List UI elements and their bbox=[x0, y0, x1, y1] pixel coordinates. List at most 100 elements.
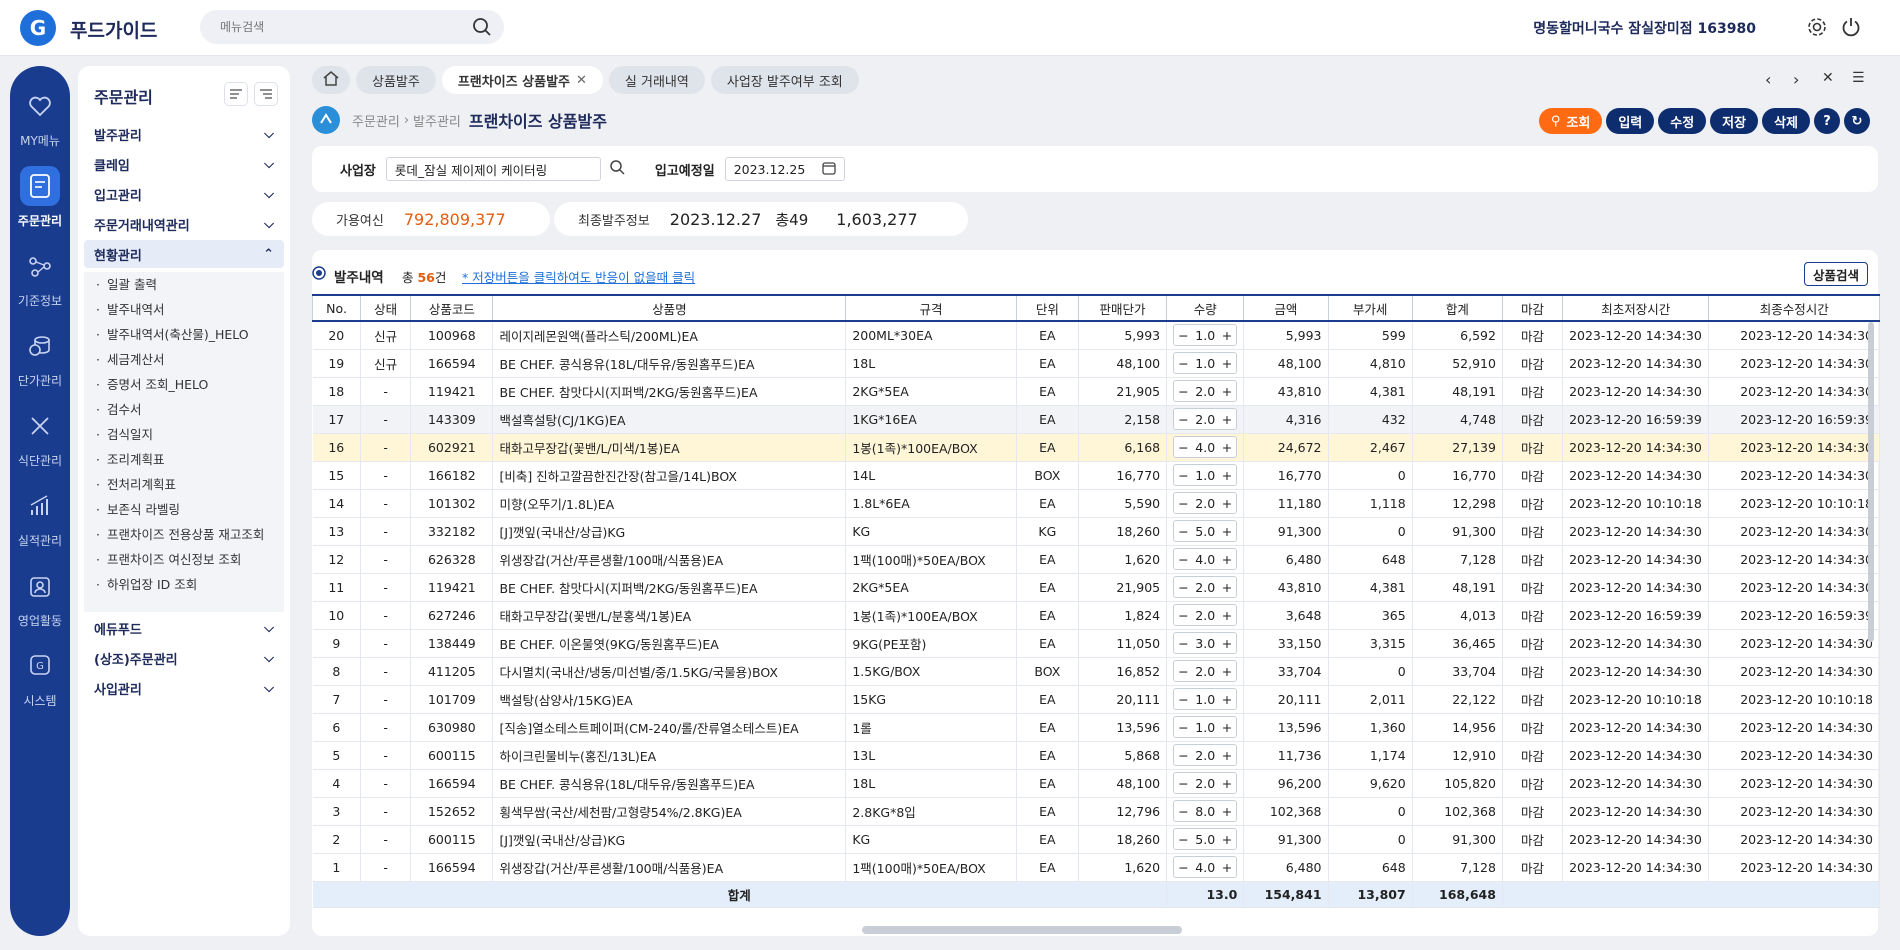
plus-icon[interactable]: + bbox=[1222, 440, 1232, 455]
plus-icon[interactable]: + bbox=[1222, 524, 1232, 539]
table-row[interactable]: 15-166182 [비축] 진하고깔끔한진간장(참고을/14L)BOX 14L BO… bbox=[312, 461, 1880, 490]
sub-item[interactable]: 발주내역서(축산물)_HELO bbox=[84, 322, 284, 347]
quantity-cell[interactable]: −1.0 + bbox=[1166, 685, 1245, 714]
site-field[interactable]: 롯데_잠실 제이제이 케이터링 bbox=[385, 157, 601, 181]
minus-icon[interactable]: − bbox=[1178, 496, 1188, 511]
quantity-stepper[interactable]: −2.0 + bbox=[1173, 492, 1238, 514]
table-row[interactable]: 12-626328 위생장갑(거산/푸른생활/100매/식품용)EA 1팩(100매… bbox=[312, 545, 1880, 574]
sub-item[interactable]: 일괄 출력 bbox=[84, 272, 284, 297]
quantity-stepper[interactable]: −2.0 + bbox=[1173, 660, 1238, 682]
quantity-cell[interactable]: −2.0 + bbox=[1166, 741, 1245, 770]
quantity-stepper[interactable]: −1.0 + bbox=[1173, 716, 1238, 738]
column-header[interactable]: 상품명 bbox=[492, 294, 847, 322]
tab-product-order[interactable]: 상품발주 bbox=[356, 66, 436, 94]
save-button[interactable]: 저장 bbox=[1710, 108, 1759, 134]
calendar-icon[interactable] bbox=[822, 161, 836, 178]
column-header[interactable]: 부가세 bbox=[1327, 294, 1413, 322]
plus-icon[interactable]: + bbox=[1222, 692, 1232, 707]
quantity-stepper[interactable]: −2.0 + bbox=[1173, 772, 1238, 794]
tab-home[interactable] bbox=[312, 66, 350, 94]
plus-icon[interactable]: + bbox=[1222, 804, 1232, 819]
table-row[interactable]: 10-627246 태화고무장갑(꽃밴/L/분홍색/1봉)EA 1봉(1족)*100… bbox=[312, 601, 1880, 630]
expand-all-icon[interactable] bbox=[224, 82, 248, 106]
table-row[interactable]: 8-411205 다시멸치(국내산/냉동/미선별/중/1.5KG/국물용)BOX 1… bbox=[312, 657, 1880, 686]
quantity-cell[interactable]: −5.0 + bbox=[1166, 825, 1245, 854]
sub-item[interactable]: 하위업장 ID 조회 bbox=[84, 572, 284, 597]
search-icon[interactable] bbox=[472, 17, 492, 41]
table-row[interactable]: 11-119421 BE CHEF. 참맛다시(지퍼백/2KG/동원홈푸드)EA 2… bbox=[312, 573, 1880, 602]
plus-icon[interactable]: + bbox=[1222, 664, 1232, 679]
quantity-stepper[interactable]: −2.0 + bbox=[1173, 380, 1238, 402]
table-row[interactable]: 7-101709 백설탕(삼양사/15KG)EA 15KG EA 20,111−1.0 +… bbox=[312, 685, 1880, 714]
column-header[interactable]: 상품코드 bbox=[410, 294, 494, 322]
minus-icon[interactable]: − bbox=[1178, 524, 1188, 539]
quantity-stepper[interactable]: −5.0 + bbox=[1173, 828, 1238, 850]
power-icon[interactable] bbox=[1840, 16, 1862, 42]
nav-price-management[interactable]: 단가관리 bbox=[10, 326, 70, 389]
tab-transactions[interactable]: 실 거래내역 bbox=[608, 66, 705, 94]
help-button[interactable]: ? bbox=[1814, 108, 1840, 134]
minus-icon[interactable]: − bbox=[1178, 580, 1188, 595]
minus-icon[interactable]: − bbox=[1178, 328, 1188, 343]
minus-icon[interactable]: − bbox=[1178, 748, 1188, 763]
radio-icon[interactable] bbox=[312, 266, 326, 284]
search-button[interactable]: ⚲ 조회 bbox=[1538, 108, 1603, 134]
column-header[interactable]: No. bbox=[311, 294, 362, 322]
chevron-right-icon[interactable]: › bbox=[1793, 70, 1799, 89]
quantity-cell[interactable]: −8.0 + bbox=[1166, 797, 1245, 826]
app-name[interactable]: 푸드가이드 bbox=[70, 16, 157, 43]
input-button[interactable]: 입력 bbox=[1606, 108, 1655, 134]
site-search-icon[interactable] bbox=[609, 159, 625, 179]
quantity-stepper[interactable]: −8.0 + bbox=[1173, 800, 1238, 822]
plus-icon[interactable]: + bbox=[1222, 580, 1232, 595]
refresh-icon[interactable]: ↻ bbox=[1844, 108, 1870, 134]
horizontal-scrollbar[interactable] bbox=[862, 926, 1182, 934]
plus-icon[interactable]: + bbox=[1222, 832, 1232, 847]
menu-search-input[interactable] bbox=[220, 20, 460, 34]
minus-icon[interactable]: − bbox=[1178, 720, 1188, 735]
chevron-left-icon[interactable]: ‹ bbox=[1765, 70, 1771, 89]
table-row[interactable]: 4-166594 BE CHEF. 콩식용유(18L/대두유/동원홈푸드)EA 18… bbox=[312, 769, 1880, 798]
quantity-cell[interactable]: −2.0 + bbox=[1166, 573, 1245, 602]
quantity-cell[interactable]: −4.0 + bbox=[1166, 433, 1245, 462]
column-header[interactable]: 수량 bbox=[1166, 294, 1245, 322]
quantity-stepper[interactable]: −2.0 + bbox=[1173, 408, 1238, 430]
sub-item[interactable]: 보존식 라벨링 bbox=[84, 497, 284, 522]
product-search-button[interactable]: 상품검색 bbox=[1803, 262, 1868, 286]
column-header[interactable]: 규격 bbox=[845, 294, 1017, 322]
plus-icon[interactable]: + bbox=[1222, 636, 1232, 651]
quantity-cell[interactable]: −2.0 + bbox=[1166, 657, 1245, 686]
table-row[interactable]: 19 신규 166594 BE CHEF. 콩식용유(18L/대두유/동원홈푸드)EA… bbox=[312, 349, 1880, 378]
quantity-cell[interactable]: −5.0 + bbox=[1166, 517, 1245, 546]
plus-icon[interactable]: + bbox=[1222, 748, 1232, 763]
quantity-cell[interactable]: −2.0 + bbox=[1166, 405, 1245, 434]
minus-icon[interactable]: − bbox=[1178, 636, 1188, 651]
nav-order-management[interactable]: 주문관리 bbox=[10, 166, 70, 229]
edit-button[interactable]: 수정 bbox=[1658, 108, 1707, 134]
collapse-all-icon[interactable] bbox=[254, 82, 278, 106]
plus-icon[interactable]: + bbox=[1222, 496, 1232, 511]
table-row[interactable]: 2-600115 [J]깻잎(국내산/상급)KG KG EA 18,260−5.0 +91… bbox=[312, 825, 1880, 854]
vertical-scrollbar[interactable] bbox=[1868, 322, 1874, 642]
quantity-cell[interactable]: −2.0 + bbox=[1166, 769, 1245, 798]
minus-icon[interactable]: − bbox=[1178, 468, 1188, 483]
sub-item[interactable]: 프랜차이즈 여신정보 조회 bbox=[84, 547, 284, 572]
minus-icon[interactable]: − bbox=[1178, 608, 1188, 623]
quantity-cell[interactable]: −2.0 + bbox=[1166, 601, 1245, 630]
column-header[interactable]: 판매단가 bbox=[1077, 294, 1168, 322]
menu-group[interactable]: 클레임 ⌵ bbox=[78, 150, 290, 178]
quantity-stepper[interactable]: −4.0 + bbox=[1173, 548, 1238, 570]
column-header[interactable]: 단위 bbox=[1015, 294, 1079, 322]
table-row[interactable]: 16-602921 태화고무장갑(꽃밴/L/미색/1봉)EA 1봉(1족)*100E… bbox=[312, 433, 1880, 462]
minus-icon[interactable]: − bbox=[1178, 664, 1188, 679]
menu-group[interactable]: 사입관리 ⌵ bbox=[78, 674, 290, 702]
table-row[interactable]: 6-630980 [직송]열소테스트페이퍼(CM-240/롤/잔류열소테스트)EA… bbox=[312, 713, 1880, 742]
save-retry-link[interactable]: * 저장버튼을 클릭하여도 반응이 없을때 클릭 bbox=[462, 267, 695, 286]
quantity-stepper[interactable]: −1.0 + bbox=[1173, 464, 1238, 486]
plus-icon[interactable]: + bbox=[1222, 412, 1232, 427]
close-icon[interactable]: ✕ bbox=[576, 73, 587, 88]
nav-performance[interactable]: 실적관리 bbox=[10, 486, 70, 549]
nav-my-menu[interactable]: MY메뉴 bbox=[10, 86, 70, 149]
quantity-cell[interactable]: −1.0 + bbox=[1166, 713, 1245, 742]
menu-group[interactable]: 입고관리 ⌵ bbox=[78, 180, 290, 208]
